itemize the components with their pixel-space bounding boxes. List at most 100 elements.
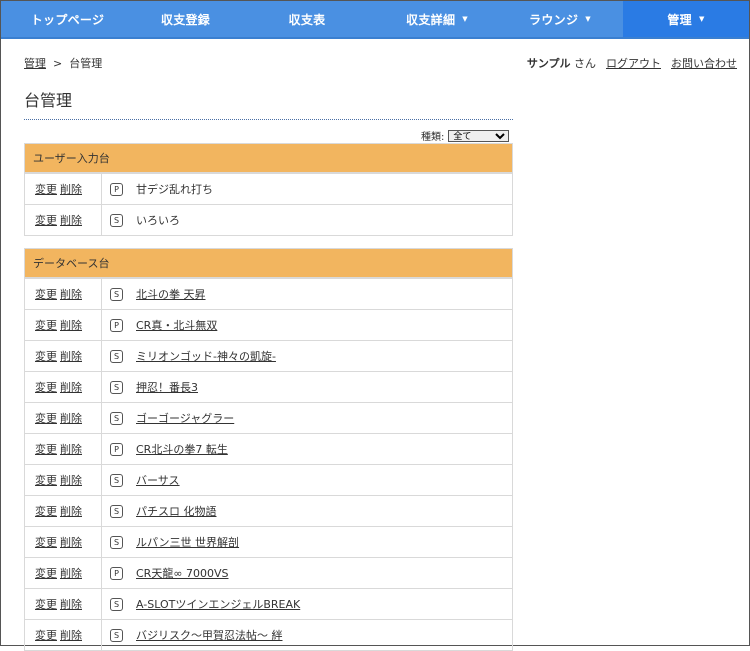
page-title: 台管理	[24, 91, 73, 110]
user-greeting: サンプル さん	[527, 55, 596, 71]
machine-name[interactable]: A-SLOTツインエンジェルBREAK	[136, 598, 300, 611]
edit-link[interactable]: 変更	[35, 598, 57, 611]
machine-name[interactable]: ルパン三世 世界解剖	[136, 536, 239, 549]
breadcrumb-current: 台管理	[69, 57, 103, 70]
nav-label: ラウンジ	[529, 12, 579, 27]
pachinko-type-icon: P	[110, 566, 123, 580]
user-honorific: さん	[574, 57, 596, 70]
machine-cell: S A-SLOTツインエンジェルBREAK	[101, 588, 513, 620]
slot-type-icon: S	[110, 504, 123, 518]
delete-link[interactable]: 削除	[60, 319, 82, 332]
machine-cell: P CR天龍∞ 7000VS	[101, 557, 513, 589]
pachinko-type-icon: P	[110, 318, 123, 332]
section-header: データベース台	[24, 248, 513, 278]
delete-link[interactable]: 削除	[60, 536, 82, 549]
slot-type-icon: S	[110, 411, 123, 425]
caret-down-icon: ▼	[585, 15, 591, 23]
machine-cell: S ミリオンゴッド-神々の凱旋-	[101, 340, 513, 372]
caret-down-icon: ▼	[698, 15, 705, 23]
table-row: 変更 削除 P CR北斗の拳7 転生	[24, 433, 513, 465]
slot-type-icon: S	[110, 287, 123, 301]
delete-link[interactable]: 削除	[60, 183, 82, 196]
pachinko-type-icon: P	[110, 182, 123, 196]
machine-cell: S いろいろ	[101, 204, 513, 236]
database-machines-section: データベース台 変更 削除 S 北斗の拳 天昇 変更 削除 P CR真・北斗無双 変更 削除 S ミリオ…	[24, 248, 513, 651]
nav-details[interactable]: 収支詳細 ▼	[377, 1, 497, 37]
machine-name[interactable]: パチスロ 化物語	[136, 505, 217, 518]
machine-name[interactable]: CR天龍∞ 7000VS	[136, 567, 229, 580]
row-actions: 変更 削除	[24, 526, 102, 558]
delete-link[interactable]: 削除	[60, 350, 82, 363]
nav-label: 収支詳細	[406, 12, 456, 27]
delete-link[interactable]: 削除	[60, 567, 82, 580]
machine-name[interactable]: バジリスク～甲賀忍法帖～ 絆	[136, 629, 283, 642]
caret-down-icon: ▼	[462, 15, 468, 23]
row-actions: 変更 削除	[24, 557, 102, 589]
nav-admin[interactable]: 管理 ▼	[623, 1, 749, 37]
edit-link[interactable]: 変更	[35, 536, 57, 549]
edit-link[interactable]: 変更	[35, 350, 57, 363]
delete-link[interactable]: 削除	[60, 288, 82, 301]
edit-link[interactable]: 変更	[35, 443, 57, 456]
table-row: 変更 削除 S ルパン三世 世界解剖	[24, 526, 513, 558]
pachinko-type-icon: P	[110, 442, 123, 456]
table-row: 変更 削除 S パチスロ 化物語	[24, 495, 513, 527]
machine-cell: P CR真・北斗無双	[101, 309, 513, 341]
row-actions: 変更 削除	[24, 309, 102, 341]
edit-link[interactable]: 変更	[35, 288, 57, 301]
delete-link[interactable]: 削除	[60, 214, 82, 227]
nav-register[interactable]: 収支登録	[134, 1, 237, 37]
machine-cell: S ゴーゴージャグラー	[101, 402, 513, 434]
edit-link[interactable]: 変更	[35, 319, 57, 332]
machine-name[interactable]: ゴーゴージャグラー	[136, 412, 234, 425]
delete-link[interactable]: 削除	[60, 629, 82, 642]
row-actions: 変更 削除	[24, 340, 102, 372]
user-bar: サンプル さん ログアウト お問い合わせ	[527, 55, 737, 71]
edit-link[interactable]: 変更	[35, 505, 57, 518]
edit-link[interactable]: 変更	[35, 629, 57, 642]
table-row: 変更 削除 P CR天龍∞ 7000VS	[24, 557, 513, 589]
table-row: 変更 削除 S 押忍！番長3	[24, 371, 513, 403]
edit-link[interactable]: 変更	[35, 567, 57, 580]
machine-name[interactable]: 北斗の拳 天昇	[136, 288, 206, 301]
machine-cell: S ルパン三世 世界解剖	[101, 526, 513, 558]
row-actions: 変更 削除	[24, 173, 102, 205]
breadcrumb-admin-link[interactable]: 管理	[24, 57, 46, 70]
nav-lounge[interactable]: ラウンジ ▼	[497, 1, 623, 37]
machine-name[interactable]: 押忍！番長3	[136, 381, 198, 394]
nav-balance-sheet[interactable]: 収支表	[237, 1, 377, 37]
type-filter-select[interactable]: 全て	[448, 129, 510, 142]
edit-link[interactable]: 変更	[35, 474, 57, 487]
slot-type-icon: S	[110, 380, 123, 394]
row-actions: 変更 削除	[24, 464, 102, 496]
top-navbar: トップページ 収支登録 収支表 収支詳細 ▼ ラウンジ ▼ 管理 ▼	[1, 1, 749, 39]
row-actions: 変更 削除	[24, 278, 102, 310]
machine-name: いろいろ	[136, 214, 180, 227]
row-actions: 変更 削除	[24, 402, 102, 434]
machine-name[interactable]: CR真・北斗無双	[136, 319, 217, 332]
delete-link[interactable]: 削除	[60, 381, 82, 394]
edit-link[interactable]: 変更	[35, 381, 57, 394]
machine-cell: S バーサス	[101, 464, 513, 496]
contact-link[interactable]: お問い合わせ	[671, 55, 737, 71]
machine-name: 甘デジ乱れ打ち	[136, 183, 213, 196]
delete-link[interactable]: 削除	[60, 443, 82, 456]
edit-link[interactable]: 変更	[35, 183, 57, 196]
row-actions: 変更 削除	[24, 588, 102, 620]
machine-name[interactable]: バーサス	[136, 474, 180, 487]
delete-link[interactable]: 削除	[60, 505, 82, 518]
table-row: 変更 削除 S バーサス	[24, 464, 513, 496]
nav-top-page[interactable]: トップページ	[1, 1, 134, 37]
nav-label: 収支登録	[160, 12, 211, 27]
logout-link[interactable]: ログアウト	[606, 55, 661, 71]
delete-link[interactable]: 削除	[60, 474, 82, 487]
edit-link[interactable]: 変更	[35, 214, 57, 227]
edit-link[interactable]: 変更	[35, 412, 57, 425]
machine-name[interactable]: ミリオンゴッド-神々の凱旋-	[136, 350, 276, 363]
machine-name[interactable]: CR北斗の拳7 転生	[136, 443, 228, 456]
delete-link[interactable]: 削除	[60, 598, 82, 611]
slot-type-icon: S	[110, 597, 123, 611]
delete-link[interactable]: 削除	[60, 412, 82, 425]
row-actions: 変更 削除	[24, 204, 102, 236]
machine-cell: S 北斗の拳 天昇	[101, 278, 513, 310]
